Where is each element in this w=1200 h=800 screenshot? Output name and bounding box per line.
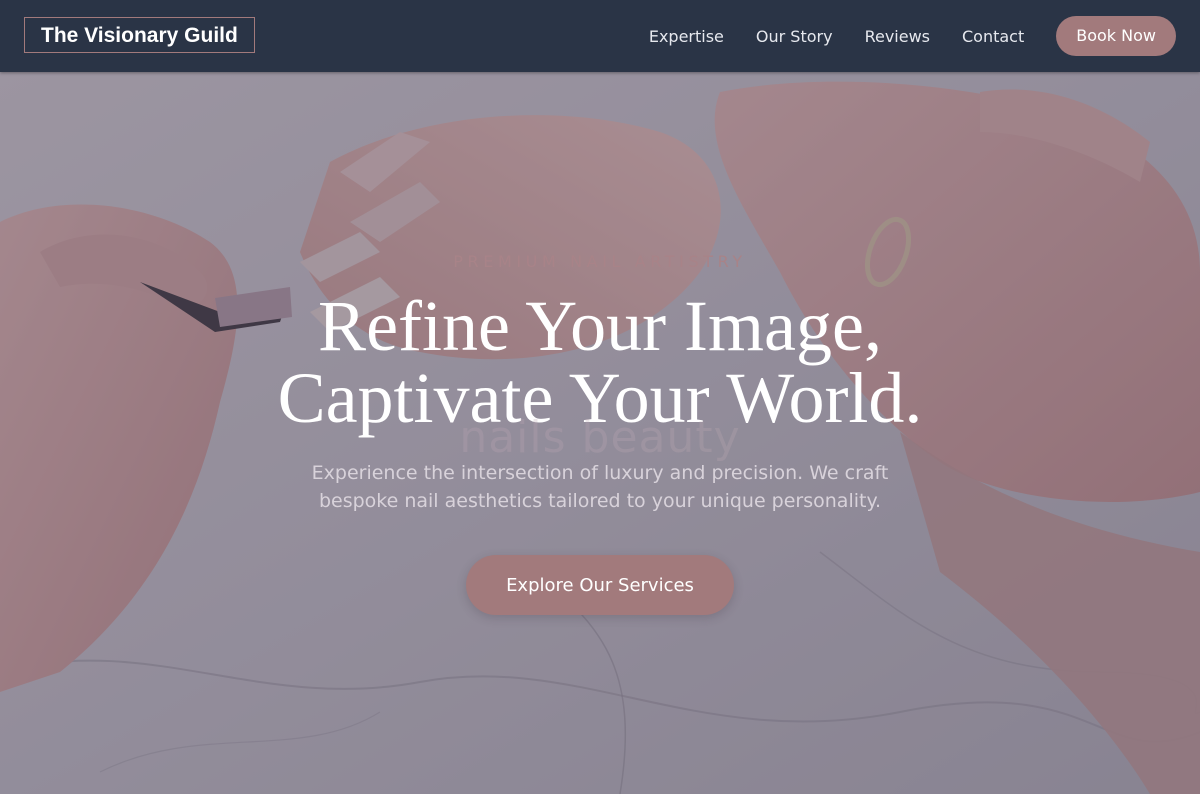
hero-section: PREMIUM NAIL ARTISTRY Refine Your Image,… [0,72,1200,794]
page: The Visionary Guild Expertise Our Story … [0,0,1200,800]
nav-link-reviews[interactable]: Reviews [865,27,930,46]
nav-link-contact[interactable]: Contact [962,27,1024,46]
hero-content: PREMIUM NAIL ARTISTRY Refine Your Image,… [0,72,1200,794]
explore-services-button[interactable]: Explore Our Services [466,555,734,615]
hero-headline-line-1: Refine Your Image, [318,286,882,366]
hero-subtitle: Experience the intersection of luxury an… [311,462,889,512]
nav-links: Expertise Our Story Reviews Contact Book… [649,16,1176,56]
site-logo[interactable]: The Visionary Guild [24,17,255,53]
book-now-button[interactable]: Book Now [1056,16,1176,56]
hero-watermark: nails beauty [459,412,741,463]
hero-eyebrow: PREMIUM NAIL ARTISTRY [453,252,747,271]
nav-link-expertise[interactable]: Expertise [649,27,724,46]
page-bottom-edge [0,794,1200,800]
nav-link-our-story[interactable]: Our Story [756,27,833,46]
navbar: The Visionary Guild Expertise Our Story … [0,0,1200,72]
